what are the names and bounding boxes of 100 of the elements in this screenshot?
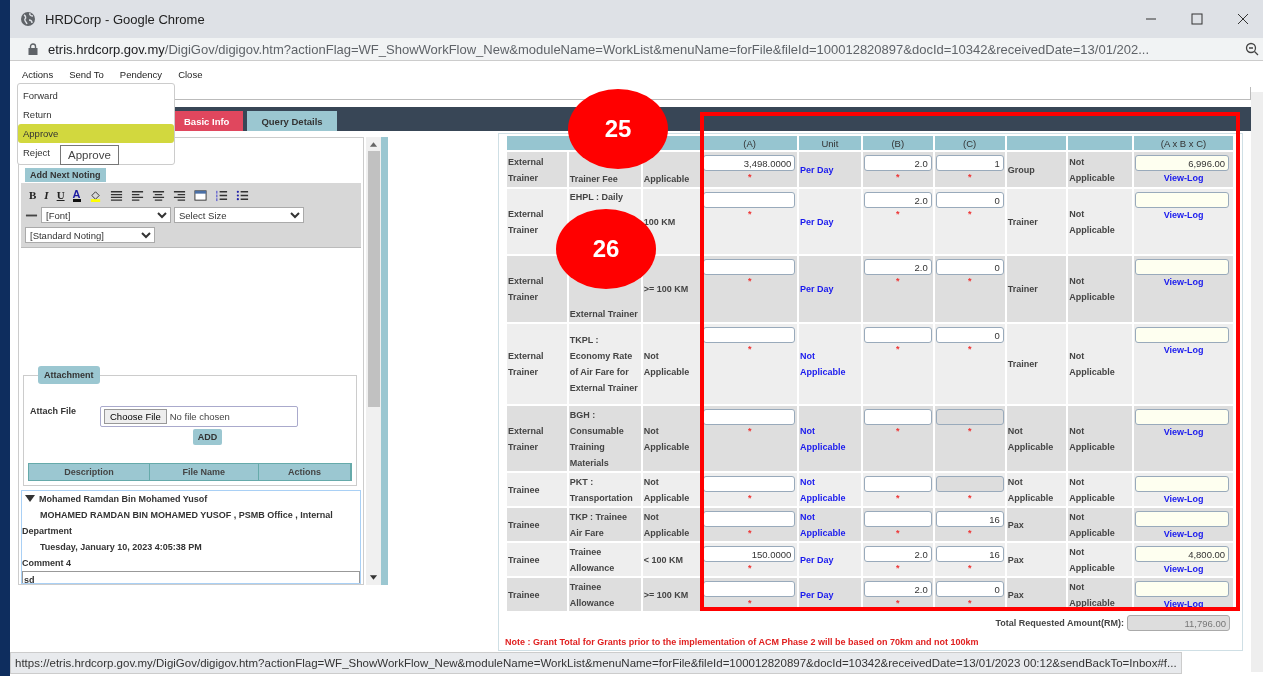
- align-left-icon[interactable]: [130, 188, 144, 202]
- file-status: No file chosen: [169, 411, 230, 422]
- font-select[interactable]: [Font]: [41, 207, 171, 223]
- page-scrollbar[interactable]: [1251, 92, 1263, 672]
- amount-field[interactable]: [863, 327, 932, 343]
- total-field[interactable]: [1135, 511, 1230, 527]
- table-icon[interactable]: [193, 188, 207, 202]
- unit-link[interactable]: Per Day: [799, 152, 861, 187]
- menu-item[interactable]: Return: [18, 105, 57, 124]
- amount-field[interactable]: [703, 192, 796, 208]
- size-select[interactable]: Select Size: [174, 207, 304, 223]
- view-log-link[interactable]: View-Log: [1163, 529, 1204, 539]
- comment-date: Tuesday, January 10, 2023 4:05:38 PM: [39, 541, 203, 554]
- unit-link[interactable]: Not Applicable: [799, 508, 861, 541]
- close-icon[interactable]: [1237, 13, 1249, 25]
- menu-item[interactable]: Pendency: [119, 69, 163, 83]
- choose-file-button[interactable]: Choose File: [104, 409, 167, 424]
- fill-color-icon[interactable]: [88, 188, 102, 202]
- table-cell: External Trainer: [507, 406, 567, 471]
- amount-field[interactable]: [703, 259, 796, 275]
- total-field[interactable]: [1135, 327, 1230, 343]
- format-button[interactable]: B: [29, 189, 37, 201]
- total-field[interactable]: 4,800.00: [1135, 546, 1230, 562]
- format-button[interactable]: U: [56, 189, 65, 201]
- amount-field[interactable]: [703, 511, 796, 527]
- amount-field[interactable]: 2.0: [863, 259, 932, 275]
- align-center-icon[interactable]: [151, 188, 165, 202]
- amount-field[interactable]: [703, 581, 796, 597]
- table-cell: Not Applicable: [1068, 256, 1133, 322]
- unit-link[interactable]: Per Day: [799, 543, 861, 576]
- amount-field[interactable]: [703, 476, 796, 492]
- file-input[interactable]: Choose File No file chosen: [100, 406, 298, 427]
- menu-item[interactable]: Actions: [22, 69, 54, 83]
- amount-field[interactable]: [863, 511, 932, 527]
- required-mark: *: [894, 171, 901, 183]
- amount-field[interactable]: [703, 409, 796, 425]
- add-noting-button[interactable]: Add Next Noting: [25, 168, 106, 182]
- total-field[interactable]: [1135, 476, 1230, 492]
- add-button[interactable]: ADD: [192, 429, 223, 445]
- amount-field[interactable]: 2.0: [863, 546, 932, 562]
- menu-item[interactable]: Close: [178, 69, 203, 83]
- amount-field[interactable]: 150.0000: [703, 546, 796, 562]
- view-log-link[interactable]: View-Log: [1163, 564, 1204, 574]
- amount-field[interactable]: 2.0: [863, 192, 932, 208]
- maximize-icon[interactable]: [1191, 13, 1203, 25]
- menu-item[interactable]: Forward: [18, 86, 63, 105]
- justify-icon[interactable]: [109, 188, 123, 202]
- status-url: https://etris.hrdcorp.gov.my/DigiGov/digigov.htm?actionFlag=WF_ShowWorkFlow_New&moduleName=WorkList&menuName=forFile&fileId=100012820897&docId=10342&receivedDate=13/01/2023 00:12&sendBackTo=Inbox#f...: [10, 652, 1182, 674]
- amount-field[interactable]: [863, 476, 932, 492]
- amount-field[interactable]: [703, 327, 796, 343]
- required-mark: *: [894, 527, 901, 539]
- total-field[interactable]: [1135, 409, 1230, 425]
- amount-field[interactable]: 2.0: [863, 581, 932, 597]
- view-log-link[interactable]: View-Log: [1163, 210, 1204, 220]
- amount-field[interactable]: 0: [935, 581, 1004, 597]
- view-log-link[interactable]: View-Log: [1163, 173, 1204, 183]
- unit-link[interactable]: Not Applicable: [799, 473, 861, 506]
- table-cell: Not Applicable: [1006, 406, 1067, 471]
- table-cell: Not Applicable: [1068, 406, 1133, 471]
- total-field[interactable]: 6,996.00: [1135, 155, 1230, 171]
- unit-link[interactable]: Not Applicable: [799, 324, 861, 404]
- view-log-link[interactable]: View-Log: [1163, 277, 1204, 287]
- align-right-icon[interactable]: [172, 188, 186, 202]
- amount-field[interactable]: 0: [935, 192, 1004, 208]
- amount-field[interactable]: 16: [935, 546, 1004, 562]
- amount-field[interactable]: 2.0: [863, 155, 932, 171]
- unit-link[interactable]: Per Day: [799, 256, 861, 322]
- attach-file-label: Attach File: [29, 406, 77, 416]
- tab[interactable]: Query Details: [247, 111, 337, 131]
- total-field[interactable]: [1135, 581, 1230, 597]
- zoom-icon[interactable]: [1245, 42, 1259, 56]
- amount-field[interactable]: [863, 409, 932, 425]
- amount-field[interactable]: 16: [935, 511, 1004, 527]
- format-button[interactable]: I: [44, 189, 49, 201]
- view-log-link[interactable]: View-Log: [1163, 427, 1204, 437]
- menu-item[interactable]: Approve: [18, 124, 174, 143]
- scrollbar[interactable]: [366, 137, 381, 585]
- amount-field[interactable]: 0: [935, 327, 1004, 343]
- template-select[interactable]: [Standard Noting]: [25, 227, 155, 243]
- scroll-down-icon[interactable]: [369, 575, 378, 581]
- collapse-icon[interactable]: [25, 495, 35, 503]
- total-field[interactable]: [1135, 259, 1230, 275]
- scroll-thumb[interactable]: [367, 151, 380, 407]
- bullet-list-icon[interactable]: [235, 188, 249, 202]
- menu-item[interactable]: Reject: [18, 143, 55, 162]
- table-cell: Trainer: [1006, 256, 1067, 322]
- unit-link[interactable]: Per Day: [799, 189, 861, 254]
- total-field[interactable]: [1135, 192, 1230, 208]
- scroll-up-icon[interactable]: [369, 141, 378, 147]
- amount-field[interactable]: 3,498.0000: [703, 155, 796, 171]
- unit-link[interactable]: Not Applicable: [799, 406, 861, 471]
- font-color-button[interactable]: A: [72, 188, 81, 202]
- menu-item[interactable]: Send To: [69, 69, 104, 83]
- view-log-link[interactable]: View-Log: [1163, 599, 1204, 609]
- view-log-link[interactable]: View-Log: [1163, 345, 1204, 355]
- total-field[interactable]: 11,796.00: [1127, 615, 1230, 631]
- amount-field[interactable]: 0: [935, 259, 1004, 275]
- view-log-link[interactable]: View-Log: [1163, 494, 1204, 504]
- ordered-list-icon[interactable]: [214, 188, 228, 202]
- amount-field[interactable]: 1: [935, 155, 1004, 171]
